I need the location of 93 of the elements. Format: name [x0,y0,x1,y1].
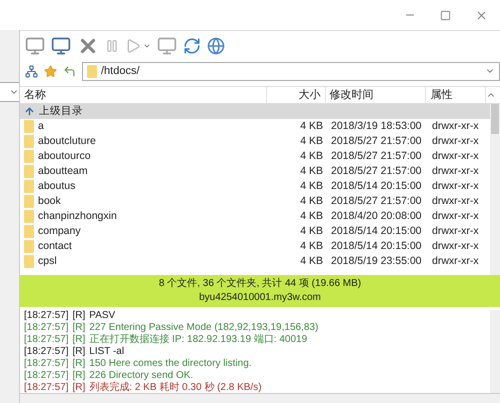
star-icon[interactable] [44,64,57,78]
file-size: 4 KB [299,119,324,134]
file-name[interactable]: a [38,119,44,134]
log-time: [18:27:57] [24,334,68,346]
folder-icon [24,180,34,193]
file-name[interactable]: book [38,194,61,209]
file-name[interactable]: aboutcluture [38,134,96,149]
modified-time: 2018/5/27 21:57:00 [330,134,423,149]
modified-time: 2018/5/14 20:15:00 [330,179,423,194]
folder-icon [24,165,34,178]
log-time: [18:27:57] [24,346,68,358]
globe-icon[interactable] [207,36,225,54]
network-icon[interactable] [25,64,38,78]
file-name[interactable]: company [38,224,81,239]
log-message: 226 Directory send OK. [89,370,194,382]
folder-icon [24,120,34,133]
file-size: 4 KB [299,224,324,239]
modified-time: 2018/5/14 20:15:00 [330,224,423,239]
file-size: 4 KB [299,149,324,164]
folder-icon [24,195,34,208]
log-source: [R] [72,346,86,358]
file-attributes: drwxr-xr-x [431,224,480,239]
file-name[interactable]: aboutourco [38,149,91,164]
file-attributes: drwxr-xr-x [431,239,480,254]
pause-icon[interactable] [105,38,119,52]
folder-icon [87,64,97,78]
log-source: [R] [72,322,86,334]
modified-time: 2018/5/27 21:57:00 [330,194,423,209]
log-time: [18:27:57] [24,382,68,393]
log-source: [R] [72,370,86,382]
file-attributes: drwxr-xr-x [431,209,480,224]
address-text: /htdocs/ [101,64,140,79]
folder-icon [24,255,34,268]
log-source: [R] [72,334,86,346]
log-time: [18:27:57] [24,370,68,382]
file-size: 4 KB [299,209,324,224]
folder-icon [24,210,34,223]
file-attributes: drwxr-xr-x [431,179,480,194]
status-host: byu4254010001.my3w.com [199,291,321,305]
log-time: [18:27:57] [24,358,68,370]
modified-time: 2018/4/20 20:08:00 [330,209,423,224]
file-name[interactable]: aboutteam [38,164,88,179]
file-attributes: drwxr-xr-x [431,194,480,209]
modified-time: 2018/3/19 18:53:00 [330,119,423,134]
file-name[interactable]: contact [38,239,72,254]
up-arrow-icon [24,106,35,117]
file-attributes: drwxr-xr-x [431,149,480,164]
status-summary: 8 个文件, 36 个文件夹, 共计 44 项 (19.66 MB) [158,277,362,291]
folder-icon [24,150,34,163]
address-field[interactable]: /htdocs/ [82,62,500,80]
column-header[interactable]: 修改时间 [326,87,426,103]
file-name[interactable]: cpsl [38,254,57,269]
log-source: [R] [72,358,86,370]
maximize-icon[interactable] [440,10,451,20]
folder-icon [24,135,34,148]
column-header[interactable]: 名称 [20,87,267,103]
file-attributes: drwxr-xr-x [431,254,480,269]
file-attributes: drwxr-xr-x [431,119,480,134]
log-source: [R] [72,310,86,322]
modified-time: 2018/5/27 21:57:00 [330,149,423,164]
log-scrollbar[interactable] [490,310,500,393]
column-header[interactable]: 属性 [426,87,486,103]
modified-time: 2018/5/27 21:57:00 [330,164,423,179]
column-header[interactable]: 大小 [266,87,326,103]
file-name[interactable]: aboutus [38,179,76,194]
refresh-icon[interactable] [183,36,201,54]
file-size: 4 KB [299,164,324,179]
log-message: PASV [89,310,116,322]
folder-icon [24,225,34,238]
file-size: 4 KB [299,179,324,194]
file-size: 4 KB [299,194,324,209]
log-message: 150 Here comes the directory listing. [89,358,252,370]
file-name[interactable]: chanpinzhongxin [38,209,117,224]
log-message: 227 Entering Passive Mode (182,92,193,19,156,83) [89,322,318,334]
close-icon[interactable] [475,8,488,22]
parent-directory-row[interactable]: 上级目录 [20,104,490,119]
log-message: 列表完成: 2 KB 耗时 0.30 秒 (2.8 KB/s) [89,382,262,393]
file-size: 4 KB [299,239,324,254]
file-size: 4 KB [299,254,324,269]
file-attributes: drwxr-xr-x [431,164,480,179]
scrollbar[interactable] [490,104,500,275]
log-source: [R] [72,382,86,393]
back-icon[interactable] [63,64,76,78]
modified-time: 2018/5/19 23:55:00 [330,254,423,269]
log-time: [18:27:57] [24,310,68,322]
log-time: [18:27:57] [24,322,68,334]
modified-time: 2018/5/14 20:15:00 [330,239,423,254]
log-message: LIST -al [89,346,124,358]
file-size: 4 KB [299,134,324,149]
folder-icon [24,240,34,253]
log-message: 正在打开数据连接 IP: 182.92.193.19 端口: 40019 [89,334,308,346]
parent-directory-label: 上级目录 [39,104,83,119]
file-attributes: drwxr-xr-x [431,134,480,149]
